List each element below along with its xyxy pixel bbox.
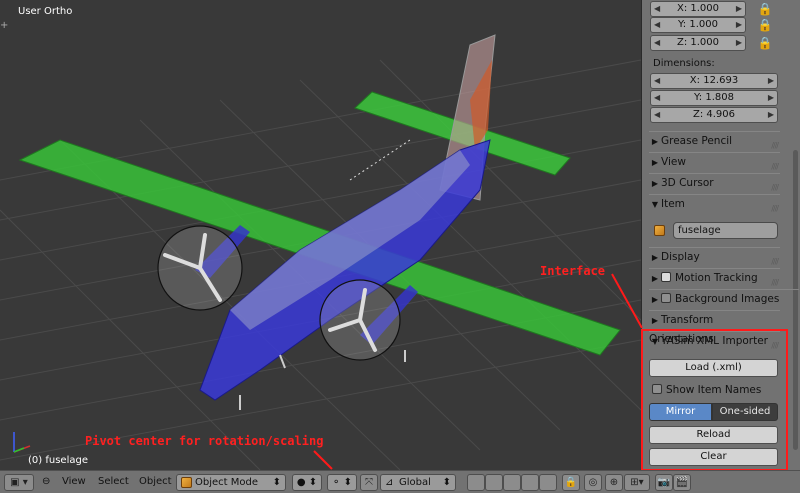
pivot-annotation: Pivot center for rotation/scaling <box>85 434 324 448</box>
background-images-checkbox[interactable] <box>661 293 671 303</box>
lock-icon[interactable]: 🔒 <box>756 35 774 51</box>
expand-arrow-icon: ▶ <box>651 253 659 262</box>
toolbar-toggle-icon[interactable]: + <box>0 20 8 31</box>
section-display[interactable]: ▶ Display//// <box>649 247 780 266</box>
expand-arrow-icon: ▶ <box>651 295 659 304</box>
collapse-arrow-icon: ▼ <box>651 200 659 209</box>
object-mode-icon <box>181 477 192 488</box>
interface-arrow <box>611 273 643 329</box>
expand-arrow-icon: ▶ <box>651 137 659 146</box>
section-motion-tracking[interactable]: ▶ Motion Tracking//// <box>649 268 780 287</box>
axis-gizmo <box>13 432 31 453</box>
expand-arrow-icon: ▶ <box>651 274 659 283</box>
render-clapper-icon[interactable]: 🎬 <box>673 474 691 491</box>
section-item[interactable]: ▼ Item//// <box>649 194 780 213</box>
motion-tracking-checkbox[interactable] <box>661 272 671 282</box>
dimensions-label: Dimensions: <box>653 58 715 69</box>
scene-canvas[interactable] <box>0 0 641 470</box>
manipulator-icon[interactable]: ⤧ <box>360 474 378 491</box>
collapse-menu-icon[interactable]: ⊖ <box>42 476 50 487</box>
lock-layers-icon[interactable]: 🔒 <box>562 474 580 491</box>
viewport-header: ▣ ▾ ⊖ View Select Object Object Mode ⬍ ● … <box>0 470 800 493</box>
layer-button-icon[interactable] <box>467 474 485 491</box>
orientation-icon: ⊿ <box>385 477 394 488</box>
pivot-point-selector[interactable]: ⚬ ⬍ <box>327 474 357 491</box>
section-background-images[interactable]: ▶ Background Images <box>649 289 799 308</box>
transform-orientation-selector[interactable]: ⊿ Global ⬍ <box>380 474 456 491</box>
snap-icon[interactable]: ⊕ <box>605 474 623 491</box>
expand-arrow-icon: ▶ <box>651 158 659 167</box>
render-camera-icon[interactable]: 📷 <box>655 474 673 491</box>
section-view[interactable]: ▶ View//// <box>649 152 780 171</box>
active-object-label: (0) fuselage <box>28 455 88 466</box>
lock-icon[interactable]: 🔒 <box>756 17 774 33</box>
interface-annotation: Interface <box>540 264 606 278</box>
editor-type-icon[interactable]: ▣ ▾ <box>4 474 34 491</box>
proportional-edit-icon[interactable]: ◎ <box>584 474 602 491</box>
expand-arrow-icon: ▶ <box>651 179 659 188</box>
scale-y-field[interactable]: ◀ Y: 1.000 ▶ <box>650 17 746 33</box>
guide-dots <box>349 139 411 181</box>
menu-select[interactable]: Select <box>98 476 129 487</box>
view-label: User Ortho <box>18 6 73 17</box>
menu-object[interactable]: Object <box>139 476 172 487</box>
layer-button-icon[interactable] <box>485 474 503 491</box>
dimension-x-field[interactable]: ◀ X: 12.693 ▶ <box>650 73 778 89</box>
interface-highlight-box <box>641 329 788 471</box>
scale-x-field[interactable]: ◀ X: 1.000 ▶ <box>650 1 746 17</box>
dimension-y-field[interactable]: ◀ Y: 1.808 ▶ <box>650 90 778 106</box>
section-transform-orientations[interactable]: ▶ Transform Orientations <box>649 310 780 345</box>
layer-button-icon[interactable] <box>521 474 539 491</box>
scale-z-field[interactable]: ◀ Z: 1.000 ▶ <box>650 35 746 51</box>
mode-selector[interactable]: Object Mode ⬍ <box>176 474 286 491</box>
menu-view[interactable]: View <box>62 476 86 487</box>
snap-target-selector[interactable]: ⊞▾ <box>624 474 650 491</box>
panel-scrollbar[interactable] <box>793 0 798 470</box>
dimension-z-field[interactable]: ◀ Z: 4.906 ▶ <box>650 107 778 123</box>
object-cube-icon <box>654 225 665 236</box>
lock-icon[interactable]: 🔒 <box>756 1 774 17</box>
layer-button-icon[interactable] <box>539 474 557 491</box>
viewport-shading-selector[interactable]: ● ⬍ <box>292 474 322 491</box>
section-3d-cursor[interactable]: ▶ 3D Cursor//// <box>649 173 780 192</box>
section-grease-pencil[interactable]: ▶ Grease Pencil//// <box>649 131 780 150</box>
item-name-field[interactable]: fuselage <box>673 222 778 239</box>
expand-arrow-icon: ▶ <box>651 316 659 325</box>
layer-button-icon[interactable] <box>503 474 521 491</box>
drag-grip-icon[interactable]: //// <box>771 200 779 218</box>
3d-viewport[interactable]: User Ortho (0) fuselage + <box>0 0 641 470</box>
